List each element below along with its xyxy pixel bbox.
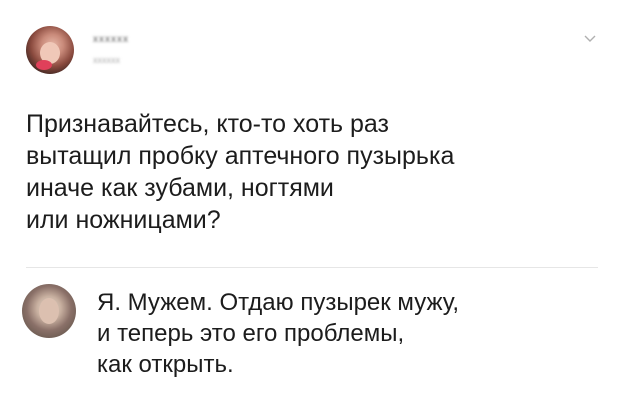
avatar-face [39, 298, 59, 324]
author-avatar[interactable] [26, 26, 74, 74]
post-text-line: вытащил пробку аптечного пузырька [26, 142, 455, 170]
post-text-line: иначе как зубами, ногтями [26, 174, 334, 202]
reply-text-line: как открыть. [97, 351, 234, 378]
author-name[interactable]: xxxxxx [93, 34, 173, 45]
post-text-line: Признавайтесь, кто-то хоть раз [26, 110, 389, 138]
reply-avatar[interactable] [22, 284, 76, 338]
reply-text-line: и теперь это его проблемы, [97, 320, 405, 347]
reply-text-line: Я. Мужем. Отдаю пузырек мужу, [97, 289, 460, 316]
reply-text: Я. Мужем. Отдаю пузырек мужу, и теперь э… [97, 287, 597, 380]
avatar-accent [36, 60, 52, 70]
post-card: xxxxxx xxxxxx Признавайтесь, кто-то хоть… [0, 0, 620, 405]
post-text: Признавайтесь, кто-то хоть раз вытащил п… [26, 108, 586, 236]
chevron-down-icon[interactable] [582, 30, 598, 46]
post-meta: xxxxxx [93, 55, 120, 65]
post-text-line: или ножницами? [26, 206, 221, 234]
divider [26, 267, 598, 268]
